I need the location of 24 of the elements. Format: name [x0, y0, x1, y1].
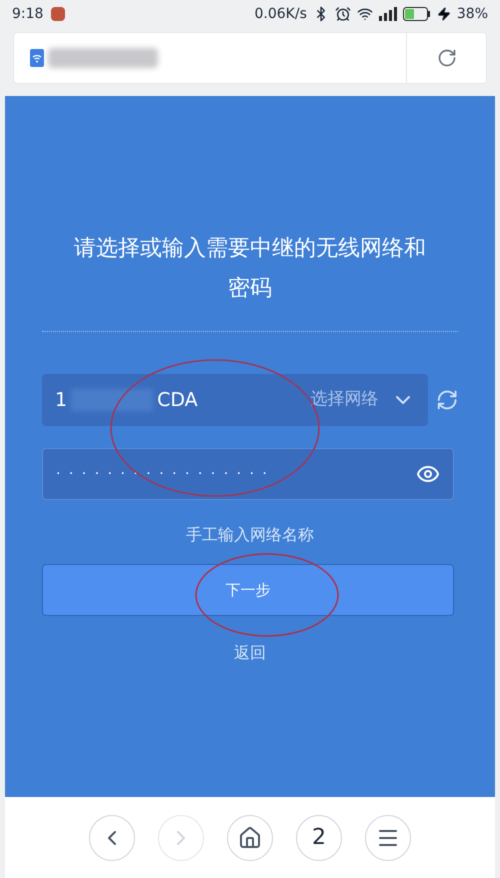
- network-name-start: 1: [55, 388, 68, 413]
- network-name-end: CDA: [157, 388, 198, 413]
- next-button[interactable]: 下一步: [42, 564, 454, 616]
- home-icon: [238, 826, 262, 850]
- tabs-button[interactable]: 2: [296, 814, 342, 860]
- nav-button[interactable]: [365, 814, 411, 860]
- charging-icon: [436, 7, 451, 21]
- network-select[interactable]: 1 CDA 选择网络: [42, 374, 428, 426]
- refresh-icon[interactable]: [436, 388, 458, 412]
- page-title: 请选择或输入需要中继的无线网络和密码: [73, 235, 427, 303]
- reload-icon[interactable]: [436, 48, 456, 68]
- battery-icon: [402, 7, 431, 21]
- wifi-site-icon: [30, 49, 44, 67]
- signal-icon: [378, 7, 397, 21]
- wifi-icon: [356, 6, 373, 22]
- manual-input-link[interactable]: 手工输入网络名称: [186, 523, 314, 547]
- app-icon: [51, 7, 66, 21]
- select-network-label: 选择网络: [310, 388, 379, 412]
- nav-button[interactable]: [227, 814, 273, 860]
- back-link[interactable]: 返回: [234, 641, 266, 665]
- status-time: 9:18: [12, 4, 44, 24]
- alarm-icon: [334, 6, 351, 22]
- network-speed: 0.06K/s: [254, 4, 307, 24]
- battery-percent: 38%: [456, 4, 488, 24]
